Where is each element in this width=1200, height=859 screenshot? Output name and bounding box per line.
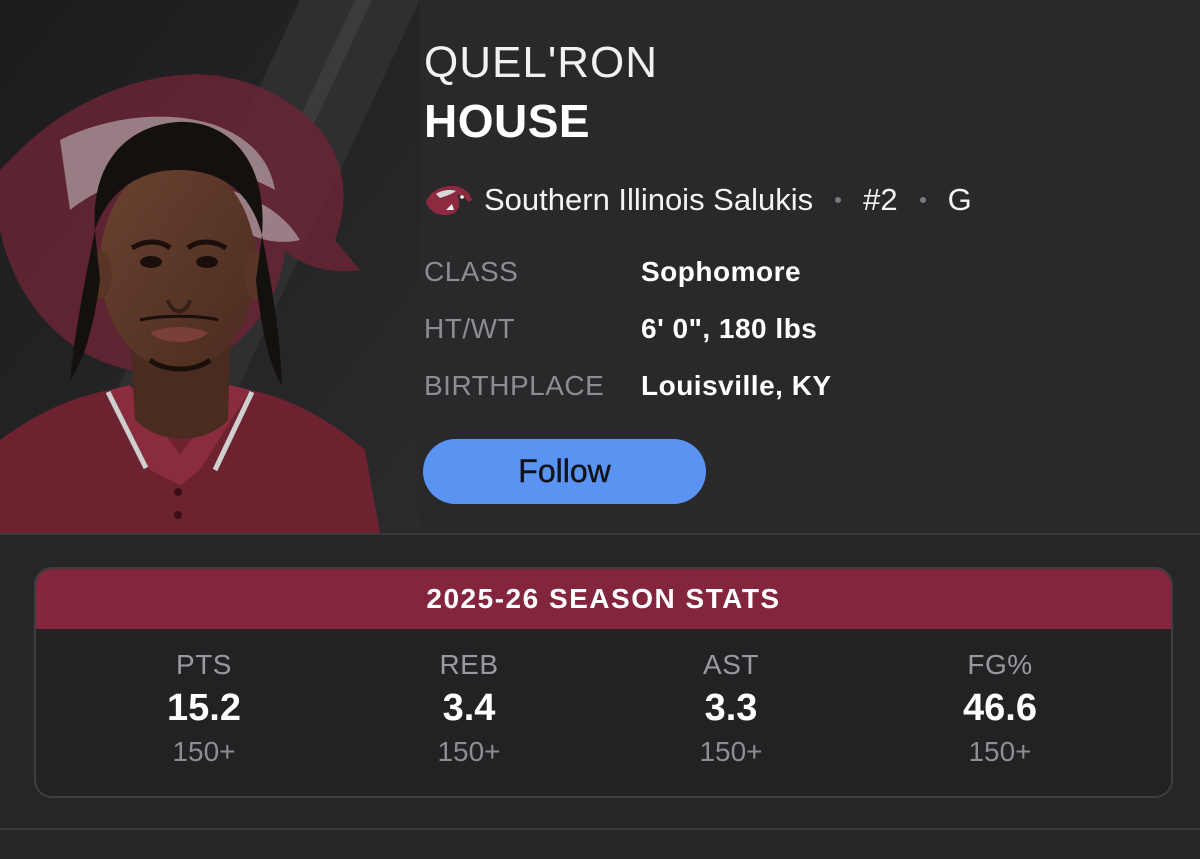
- player-photo: [0, 0, 420, 533]
- jersey-number: #2: [863, 182, 898, 217]
- stat-pts: PTS 15.2 150+: [104, 649, 304, 768]
- info-label: HT/WT: [424, 313, 516, 344]
- season-stats-row: PTS 15.2 150+ REB 3.4 150+ AST 3.3 150+ …: [36, 629, 1171, 794]
- section-divider: [0, 828, 1200, 830]
- stat-rank: 150+: [968, 736, 1032, 767]
- stat-ast: AST 3.3 150+: [631, 649, 831, 768]
- player-header: QUEL'RON HOUSE Southern Illinois Salukis…: [0, 0, 1200, 533]
- season-stats-card: 2025-26 SEASON STATS PTS 15.2 150+ REB 3…: [34, 567, 1173, 798]
- stat-rank: 150+: [437, 736, 501, 767]
- info-label: BIRTHPLACE: [424, 370, 605, 401]
- stat-value: 3.4: [442, 687, 496, 729]
- info-value: Sophomore: [641, 256, 802, 287]
- stat-value: 46.6: [963, 687, 1037, 729]
- stat-fg-pct: FG% 46.6 150+: [900, 649, 1100, 768]
- separator-dot: [919, 197, 926, 203]
- stat-label: AST: [703, 649, 759, 680]
- separator-dot: [835, 197, 842, 203]
- stat-rank: 150+: [699, 736, 763, 767]
- stat-label: FG%: [967, 649, 1033, 680]
- stat-label: PTS: [176, 649, 232, 680]
- stat-rank: 150+: [172, 736, 236, 767]
- team-info-row: Southern Illinois Salukis #2 G: [424, 176, 972, 224]
- follow-button[interactable]: Follow: [423, 439, 706, 504]
- info-value: Louisville, KY: [641, 370, 832, 401]
- player-photo-graphic: [0, 0, 420, 533]
- player-position: G: [947, 182, 972, 217]
- info-value: 6' 0", 180 lbs: [641, 313, 818, 344]
- stat-reb: REB 3.4 150+: [369, 649, 569, 768]
- team-name-link[interactable]: Southern Illinois Salukis: [484, 182, 813, 218]
- player-first-name: QUEL'RON: [424, 38, 658, 87]
- player-last-name: HOUSE: [424, 95, 591, 147]
- section-divider: [0, 533, 1200, 535]
- stat-value: 15.2: [167, 687, 241, 729]
- info-label: CLASS: [424, 256, 519, 287]
- stat-label: REB: [439, 649, 499, 680]
- stat-value: 3.3: [704, 687, 758, 729]
- team-logo-icon: [426, 186, 472, 215]
- season-stats-title: 2025-26 SEASON STATS: [36, 569, 1171, 629]
